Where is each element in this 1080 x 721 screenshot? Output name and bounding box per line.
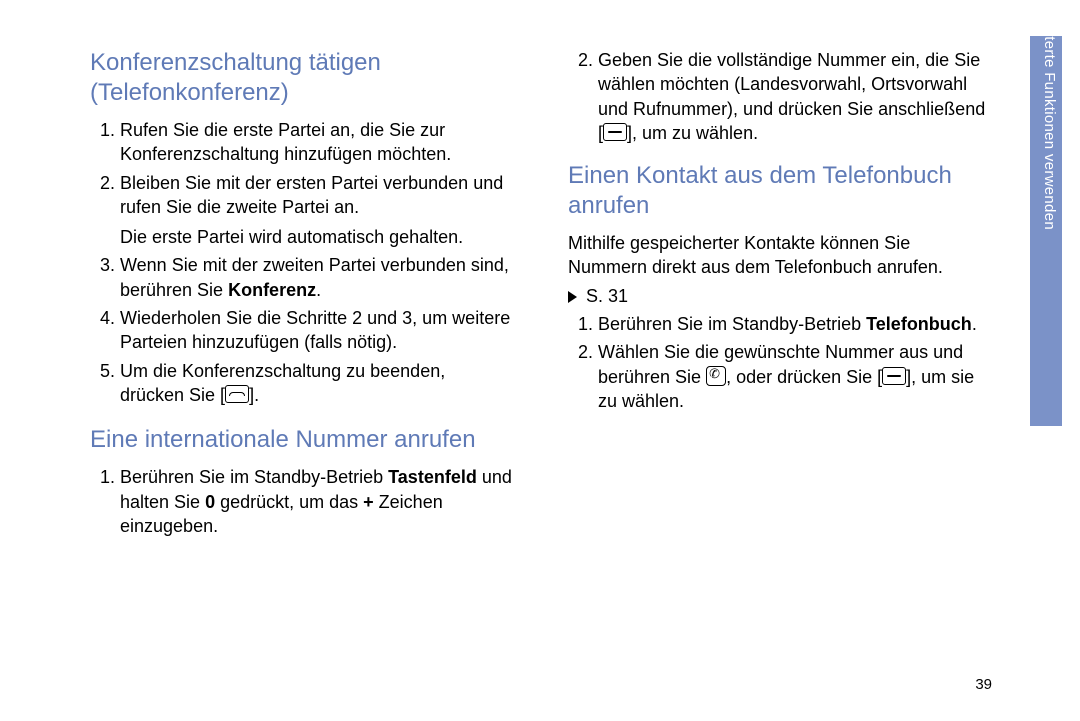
phonebook-intro: Mithilfe gespeicherter Kontakte können S… [568,231,990,280]
intl-step-1: Berühren Sie im Standby-Betrieb Tastenfe… [120,465,512,538]
phonebook-ref-text: S. 31 [581,286,628,306]
step-2-note: Die erste Partei wird automatisch gehalt… [120,227,463,247]
right-column: Geben Sie die vollständige Nummer ein, d… [568,48,990,554]
step-3-bold: Konferenz [228,280,316,300]
steps-international: Berühren Sie im Standby-Betrieb Tastenfe… [90,465,512,538]
pb-step-2: Wählen Sie die gewünschte Nummer aus und… [598,340,990,413]
phonebook-ref: S. 31 [568,284,990,308]
heading-conference-call: Konferenzschaltung tätigen (Telefonkonfe… [90,48,512,108]
step-3: Wenn Sie mit der zweiten Partei verbunde… [120,253,512,302]
steps-international-cont: Geben Sie die vollständige Nummer ein, d… [568,48,990,145]
intl-1e: gedrückt, um das [215,492,363,512]
end-call-key-icon [225,385,249,403]
intl-1d: 0 [205,492,215,512]
intl-1b: Tastenfeld [388,467,477,487]
left-column: Konferenzschaltung tätigen (Telefonkonfe… [90,48,512,554]
pb-1b: Telefonbuch [866,314,972,334]
intl-1a: Berühren Sie im Standby-Betrieb [120,467,388,487]
call-icon [706,366,726,386]
intl-step-2: Geben Sie die vollständige Nummer ein, d… [598,48,990,145]
dial-key-icon [603,123,627,141]
intl-1f: + [363,492,374,512]
step-5: Um die Konferenzschaltung zu beenden, dr… [120,359,512,408]
step-3c: . [316,280,321,300]
step-5a: Um die Konferenzschaltung zu beenden, dr… [120,361,445,405]
triangle-icon [568,291,577,303]
pb-2b: , oder drücken Sie [ [726,367,882,387]
heading-international: Eine internationale Nummer anrufen [90,425,512,455]
step-2: Bleiben Sie mit der ersten Partei verbun… [120,171,512,250]
intl-2b: ], um zu wählen. [627,123,758,143]
heading-phonebook: Einen Kontakt aus dem Telefonbuch anrufe… [568,161,990,221]
pb-step-1: Berühren Sie im Standby-Betrieb Telefonb… [598,312,990,336]
step-5b: ]. [249,385,259,405]
step-4: Wiederholen Sie die Schritte 2 und 3, um… [120,306,512,355]
steps-phonebook: Berühren Sie im Standby-Betrieb Telefonb… [568,312,990,413]
side-tab-label: Erweiterte Funktionen verwenden [1041,0,1058,230]
dial-key-icon-2 [882,367,906,385]
two-column-layout: Konferenzschaltung tätigen (Telefonkonfe… [90,48,990,554]
step-2-text: Bleiben Sie mit der ersten Partei verbun… [120,173,503,217]
manual-page: Konferenzschaltung tätigen (Telefonkonfe… [0,0,1080,721]
pb-1a: Berühren Sie im Standby-Betrieb [598,314,866,334]
page-number: 39 [975,676,992,693]
steps-conference: Rufen Sie die erste Partei an, die Sie z… [90,118,512,407]
step-1: Rufen Sie die erste Partei an, die Sie z… [120,118,512,167]
pb-1c: . [972,314,977,334]
